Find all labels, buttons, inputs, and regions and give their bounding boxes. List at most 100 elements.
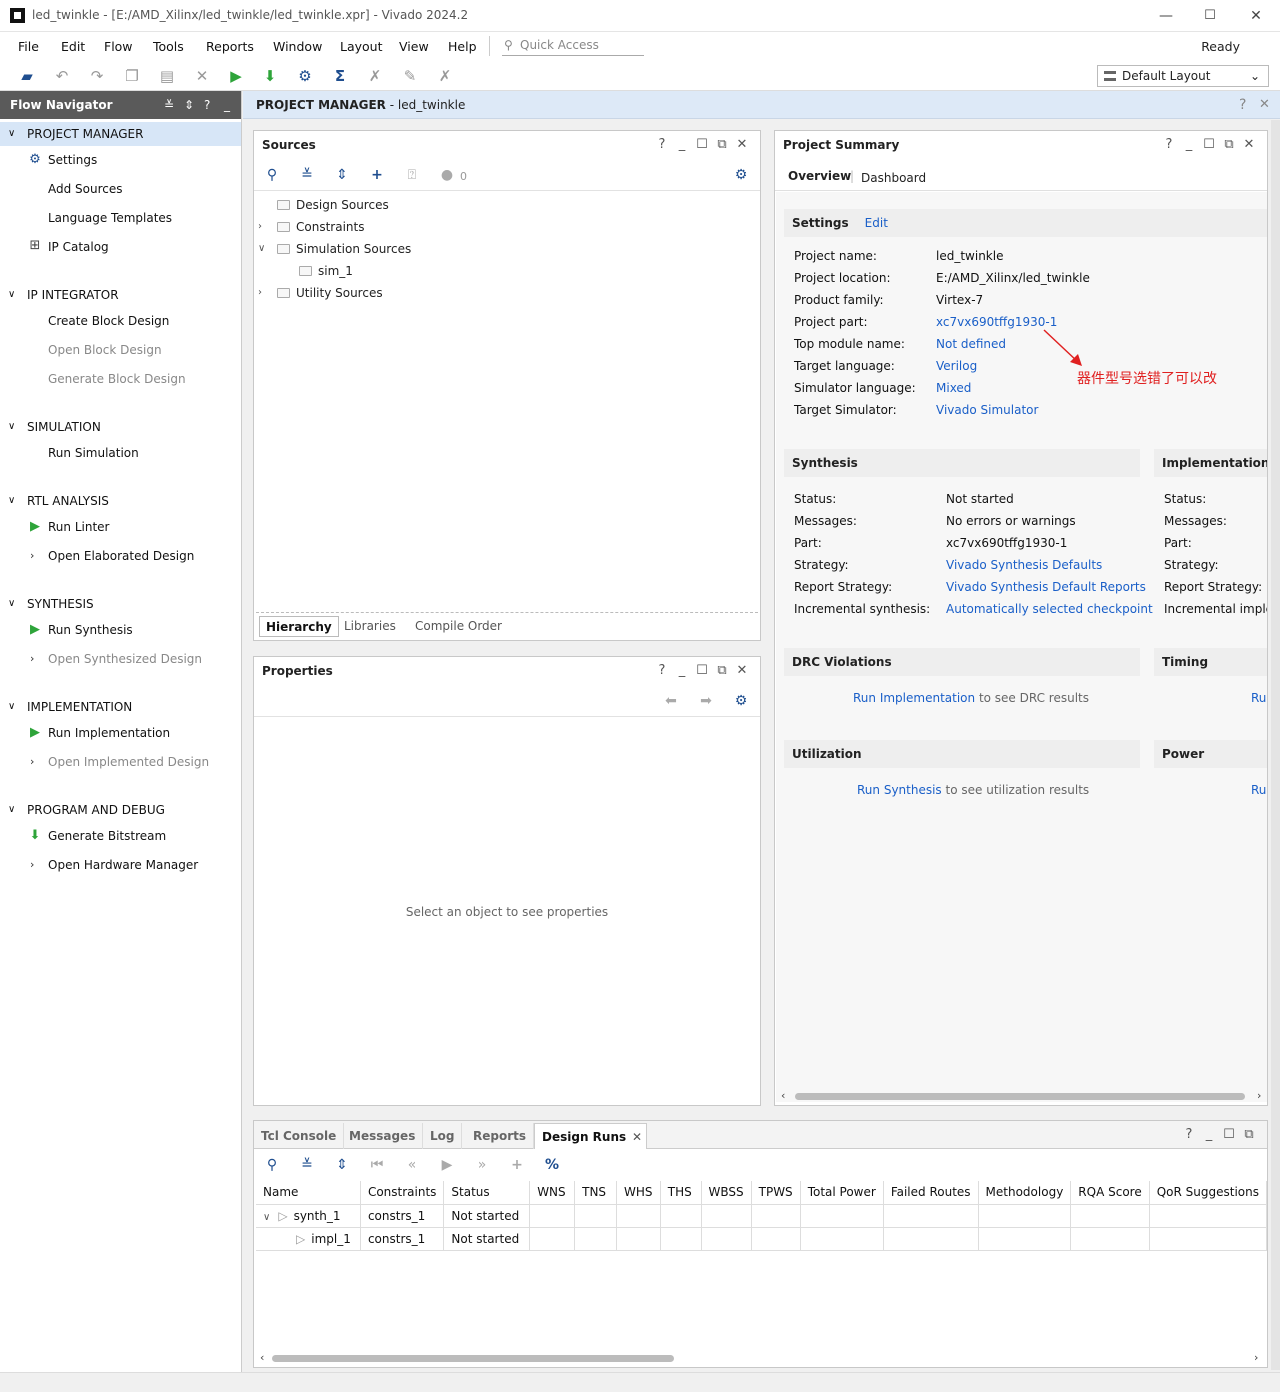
power-run-link[interactable]: Ru (1251, 783, 1266, 797)
section-synthesis[interactable]: ∨ SYNTHESIS (0, 592, 241, 616)
synth-incremental-link[interactable]: Automatically selected checkpoint (946, 602, 1153, 616)
generate-bitstream-icon[interactable]: ⬇ (259, 66, 281, 86)
tab-overview[interactable]: Overview (788, 169, 851, 183)
run-implementation-link[interactable]: Run Implementation (853, 691, 975, 705)
menu-edit[interactable]: Edit (61, 39, 85, 54)
rewind-icon[interactable]: « (401, 1155, 423, 1175)
help-icon[interactable]: ? (204, 91, 210, 119)
layout-select[interactable]: Default Layout ⌄ (1097, 65, 1269, 87)
menu-help[interactable]: Help (448, 39, 477, 54)
close-icon[interactable]: ✕ (732, 657, 752, 685)
menu-window[interactable]: Window (273, 39, 322, 54)
scroll-thumb[interactable] (795, 1093, 1245, 1100)
tab-design-runs[interactable]: Design Runs ✕ (534, 1123, 647, 1149)
fast-forward-icon[interactable]: » (471, 1155, 493, 1175)
tree-utility-sources[interactable]: › Utility Sources (258, 283, 383, 303)
tree-constraints[interactable]: › Constraints (258, 217, 364, 237)
gear-icon[interactable]: ⚙ (730, 165, 752, 185)
synth-report-strategy-link[interactable]: Vivado Synthesis Default Reports (946, 580, 1146, 594)
col-status[interactable]: Status (443, 1181, 531, 1205)
close-icon[interactable]: ✕ (1259, 97, 1270, 112)
scroll-right-icon[interactable]: › (1254, 1351, 1258, 1364)
search-icon[interactable]: ⚲ (261, 165, 283, 185)
settings-icon[interactable]: ⚙ (294, 66, 316, 86)
back-arrow-icon[interactable]: ⬅ (660, 691, 682, 711)
design-runs-hscrollbar[interactable]: ‹ › (258, 1351, 1264, 1365)
col-constraints[interactable]: Constraints (360, 1181, 445, 1205)
col-name[interactable]: Name (256, 1181, 361, 1205)
expand-all-icon[interactable]: ⇕ (184, 91, 194, 119)
tab-tcl-console[interactable]: Tcl Console (254, 1123, 345, 1149)
nav-settings[interactable]: Settings (48, 150, 97, 170)
run-icon[interactable]: ▶ (225, 66, 247, 86)
maximize-icon[interactable]: ☐ (1199, 131, 1219, 159)
tab-dashboard[interactable]: Dashboard (861, 171, 926, 185)
chevron-right-icon[interactable]: › (258, 217, 262, 237)
tab-reports[interactable]: Reports (466, 1123, 535, 1149)
menu-flow[interactable]: Flow (104, 39, 133, 54)
minimize-icon[interactable]: _ (672, 657, 692, 685)
target-simulator-link[interactable]: Vivado Simulator (936, 403, 1038, 417)
float-icon[interactable]: ⧉ (1239, 1121, 1259, 1149)
help-icon[interactable]: ? (652, 131, 672, 159)
col-tns[interactable]: TNS (574, 1181, 617, 1205)
nav-add-sources[interactable]: Add Sources (48, 179, 123, 199)
close-window-button[interactable]: ✕ (1246, 6, 1266, 26)
menu-reports[interactable]: Reports (206, 39, 254, 54)
help-icon[interactable]: ? (1239, 97, 1246, 113)
add-icon[interactable]: + (506, 1155, 528, 1175)
nav-run-linter[interactable]: Run Linter (48, 517, 109, 537)
nav-open-implemented-design[interactable]: Open Implemented Design (48, 752, 209, 772)
table-row[interactable]: ∨ ▷ synth_1 constrs_1 Not started (256, 1204, 1267, 1228)
tree-design-sources[interactable]: Design Sources (277, 195, 389, 215)
collapse-all-icon[interactable]: ≚ (296, 1155, 318, 1175)
section-rtl-analysis[interactable]: ∨ RTL ANALYSIS (0, 489, 241, 513)
disabled-icon-2[interactable]: ✎ (399, 66, 421, 86)
nav-create-block-design[interactable]: Create Block Design (48, 311, 169, 331)
section-ip-integrator[interactable]: ∨ IP INTEGRATOR (0, 283, 241, 307)
chevron-right-icon[interactable]: › (30, 549, 34, 562)
collapse-all-icon[interactable]: ≚ (296, 165, 318, 185)
nav-open-block-design[interactable]: Open Block Design (48, 340, 162, 360)
redo-icon[interactable]: ↷ (86, 66, 108, 86)
copy-icon[interactable]: ❐ (121, 66, 143, 86)
expand-all-icon[interactable]: ⇕ (331, 1155, 353, 1175)
delete-icon[interactable]: ✕ (191, 66, 213, 86)
undo-icon[interactable]: ↶ (51, 66, 73, 86)
help-icon[interactable]: ? (1179, 1121, 1199, 1149)
chevron-down-icon[interactable]: ∨ (263, 1212, 270, 1223)
maximize-icon[interactable]: ☐ (692, 131, 712, 159)
help-icon[interactable]: ? (652, 657, 672, 685)
forward-arrow-icon[interactable]: ➡ (695, 691, 717, 711)
menu-view[interactable]: View (399, 39, 429, 54)
chevron-right-icon[interactable]: › (30, 755, 34, 768)
tree-sim-1[interactable]: sim_1 (299, 261, 353, 281)
minimize-icon[interactable]: _ (672, 131, 692, 159)
nav-run-implementation[interactable]: Run Implementation (48, 723, 170, 743)
disabled-icon-1[interactable]: ✗ (364, 66, 386, 86)
paste-icon[interactable]: ▤ (156, 66, 178, 86)
collapse-all-icon[interactable]: ≚ (164, 91, 174, 119)
float-icon[interactable]: ⧉ (712, 131, 732, 159)
gear-icon[interactable]: ⚙ (730, 691, 752, 711)
add-icon[interactable]: + (366, 165, 388, 185)
menu-file[interactable]: File (18, 39, 39, 54)
minimize-icon[interactable]: _ (1179, 131, 1199, 159)
nav-open-elaborated-design[interactable]: Open Elaborated Design (48, 546, 194, 566)
quick-access-input[interactable]: ⚲ Quick Access (502, 35, 644, 56)
scroll-right-icon[interactable]: › (1257, 1089, 1261, 1102)
float-icon[interactable]: ⧉ (1219, 131, 1239, 159)
help-icon[interactable]: ? (1159, 131, 1179, 159)
maximize-icon[interactable]: ☐ (1219, 1121, 1239, 1149)
col-wns[interactable]: WNS (529, 1181, 576, 1205)
target-language-link[interactable]: Verilog (936, 359, 977, 373)
minimize-button[interactable]: — (1156, 6, 1176, 26)
nav-generate-bitstream[interactable]: Generate Bitstream (48, 826, 166, 846)
table-row[interactable]: ▷ impl_1 constrs_1 Not started (256, 1227, 1267, 1251)
tab-log[interactable]: Log (423, 1123, 463, 1149)
nav-ip-catalog[interactable]: IP Catalog (48, 237, 109, 257)
section-program-and-debug[interactable]: ∨ PROGRAM AND DEBUG (0, 798, 241, 822)
nav-run-simulation[interactable]: Run Simulation (48, 443, 139, 463)
tree-simulation-sources[interactable]: ∨ Simulation Sources (258, 239, 411, 259)
col-ths[interactable]: THS (660, 1181, 702, 1205)
